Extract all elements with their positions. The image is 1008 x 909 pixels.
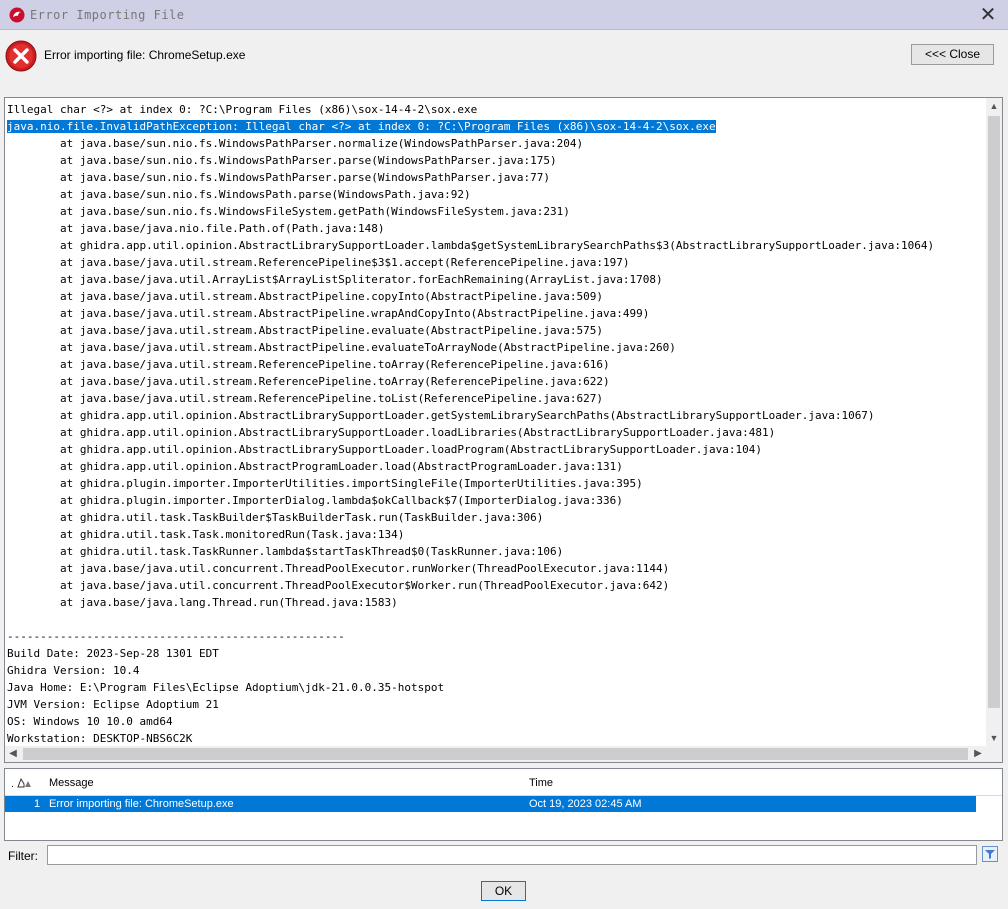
trace-line: at ghidra.app.util.opinion.AbstractLibra… — [7, 239, 935, 252]
trace-line: at java.base/java.util.stream.ReferenceP… — [7, 392, 604, 405]
row-message: Error importing file: ChromeSetup.exe — [49, 798, 234, 810]
trace-line: at ghidra.util.task.Task.monitoredRun(Ta… — [7, 528, 405, 541]
row-time: Oct 19, 2023 02:45 AM — [529, 798, 642, 810]
column-header-time[interactable]: Time — [529, 777, 553, 789]
sort-icon[interactable]: . — [10, 775, 32, 789]
horizontal-scroll-thumb[interactable] — [23, 748, 968, 760]
trace-line: at java.base/java.util.ArrayList$ArrayLi… — [7, 273, 663, 286]
trace-line: at ghidra.plugin.importer.ImporterDialog… — [7, 494, 623, 507]
window-title: Error Importing File — [30, 8, 185, 22]
trace-line: at java.base/sun.nio.fs.WindowsPathParse… — [7, 154, 557, 167]
vertical-scrollbar[interactable]: ▲ ▼ — [986, 98, 1002, 746]
window-close-button[interactable]: ✕ — [974, 2, 1002, 28]
horizontal-scrollbar[interactable]: ◀ ▶ — [5, 746, 986, 762]
trace-line: at ghidra.app.util.opinion.AbstractLibra… — [7, 443, 762, 456]
trace-line: java.nio.file.InvalidPathException: Ille… — [7, 120, 716, 133]
trace-line: at java.base/java.lang.Thread.run(Thread… — [7, 596, 398, 609]
stack-trace-text[interactable]: Illegal char <?> at index 0: ?C:\Program… — [7, 101, 934, 747]
scroll-corner — [986, 746, 1002, 762]
trace-line: at java.base/java.util.concurrent.Thread… — [7, 579, 670, 592]
log-table[interactable]: . Message Time 1 Error importing file: C… — [4, 768, 1003, 841]
trace-line: at ghidra.app.util.opinion.AbstractLibra… — [7, 426, 776, 439]
trace-line: at ghidra.util.task.TaskRunner.lambda$st… — [7, 545, 564, 558]
trace-line: Illegal char <?> at index 0: ?C:\Program… — [7, 103, 478, 116]
trace-line: at java.base/java.util.stream.AbstractPi… — [7, 307, 650, 320]
row-index: 1 — [34, 798, 41, 810]
scroll-left-icon[interactable]: ◀ — [5, 746, 21, 762]
trace-line: Build Date: 2023-Sep-28 1301 EDT — [7, 647, 219, 660]
column-header-message[interactable]: Message — [49, 777, 94, 789]
dialog-header: Error importing file: ChromeSetup.exe — [0, 30, 1008, 92]
scroll-up-icon[interactable]: ▲ — [986, 98, 1002, 114]
trace-line: at ghidra.util.task.TaskBuilder$TaskBuil… — [7, 511, 544, 524]
trace-line: JVM Version: Eclipse Adoptium 21 — [7, 698, 219, 711]
trace-line: at java.base/java.util.stream.ReferenceP… — [7, 375, 610, 388]
filter-options-icon[interactable] — [982, 846, 998, 862]
ok-button[interactable]: OK — [481, 881, 526, 901]
trace-line: at java.base/java.nio.file.Path.of(Path.… — [7, 222, 385, 235]
title-bar: Error Importing File ✕ — [0, 0, 1008, 30]
trace-line: Workstation: DESKTOP-NBS6C2K — [7, 732, 193, 745]
trace-line: OS: Windows 10 10.0 amd64 — [7, 715, 173, 728]
trace-line: at java.base/java.util.stream.AbstractPi… — [7, 290, 604, 303]
scroll-right-icon[interactable]: ▶ — [970, 746, 986, 762]
trace-line: at java.base/sun.nio.fs.WindowsPathParse… — [7, 171, 551, 184]
trace-line: at java.base/sun.nio.fs.WindowsFileSyste… — [7, 205, 570, 218]
error-x-icon — [5, 40, 37, 72]
filter-row: Filter: — [0, 843, 1008, 869]
trace-line: at java.base/java.util.stream.ReferenceP… — [7, 358, 610, 371]
ghidra-dragon-icon — [9, 7, 25, 23]
trace-line: Java Home: E:\Program Files\Eclipse Adop… — [7, 681, 445, 694]
filter-label: Filter: — [8, 849, 38, 863]
trace-line: at java.base/java.util.stream.AbstractPi… — [7, 324, 604, 337]
trace-line: at java.base/sun.nio.fs.WindowsPathParse… — [7, 137, 584, 150]
error-message: Error importing file: ChromeSetup.exe — [44, 48, 246, 62]
table-header: . Message Time — [5, 769, 1002, 796]
trace-line: Ghidra Version: 10.4 — [7, 664, 140, 677]
trace-line: at java.base/java.util.stream.ReferenceP… — [7, 256, 630, 269]
trace-line: at java.base/java.util.stream.AbstractPi… — [7, 341, 676, 354]
table-row[interactable]: 1 Error importing file: ChromeSetup.exe … — [5, 796, 976, 812]
trace-line: at ghidra.app.util.opinion.AbstractLibra… — [7, 409, 875, 422]
trace-line: at ghidra.plugin.importer.ImporterUtilit… — [7, 477, 643, 490]
close-details-button[interactable]: <<< Close — [911, 44, 994, 65]
sort-column-header: . — [11, 779, 14, 789]
scroll-down-icon[interactable]: ▼ — [986, 730, 1002, 746]
vertical-scroll-thumb[interactable] — [988, 116, 1000, 708]
trace-line: at java.base/java.util.concurrent.Thread… — [7, 562, 670, 575]
trace-line: at ghidra.app.util.opinion.AbstractProgr… — [7, 460, 623, 473]
trace-line: ----------------------------------------… — [7, 630, 345, 643]
trace-line: at java.base/sun.nio.fs.WindowsPath.pars… — [7, 188, 471, 201]
filter-input[interactable] — [47, 845, 977, 865]
stack-trace-panel[interactable]: Illegal char <?> at index 0: ?C:\Program… — [4, 97, 1003, 763]
